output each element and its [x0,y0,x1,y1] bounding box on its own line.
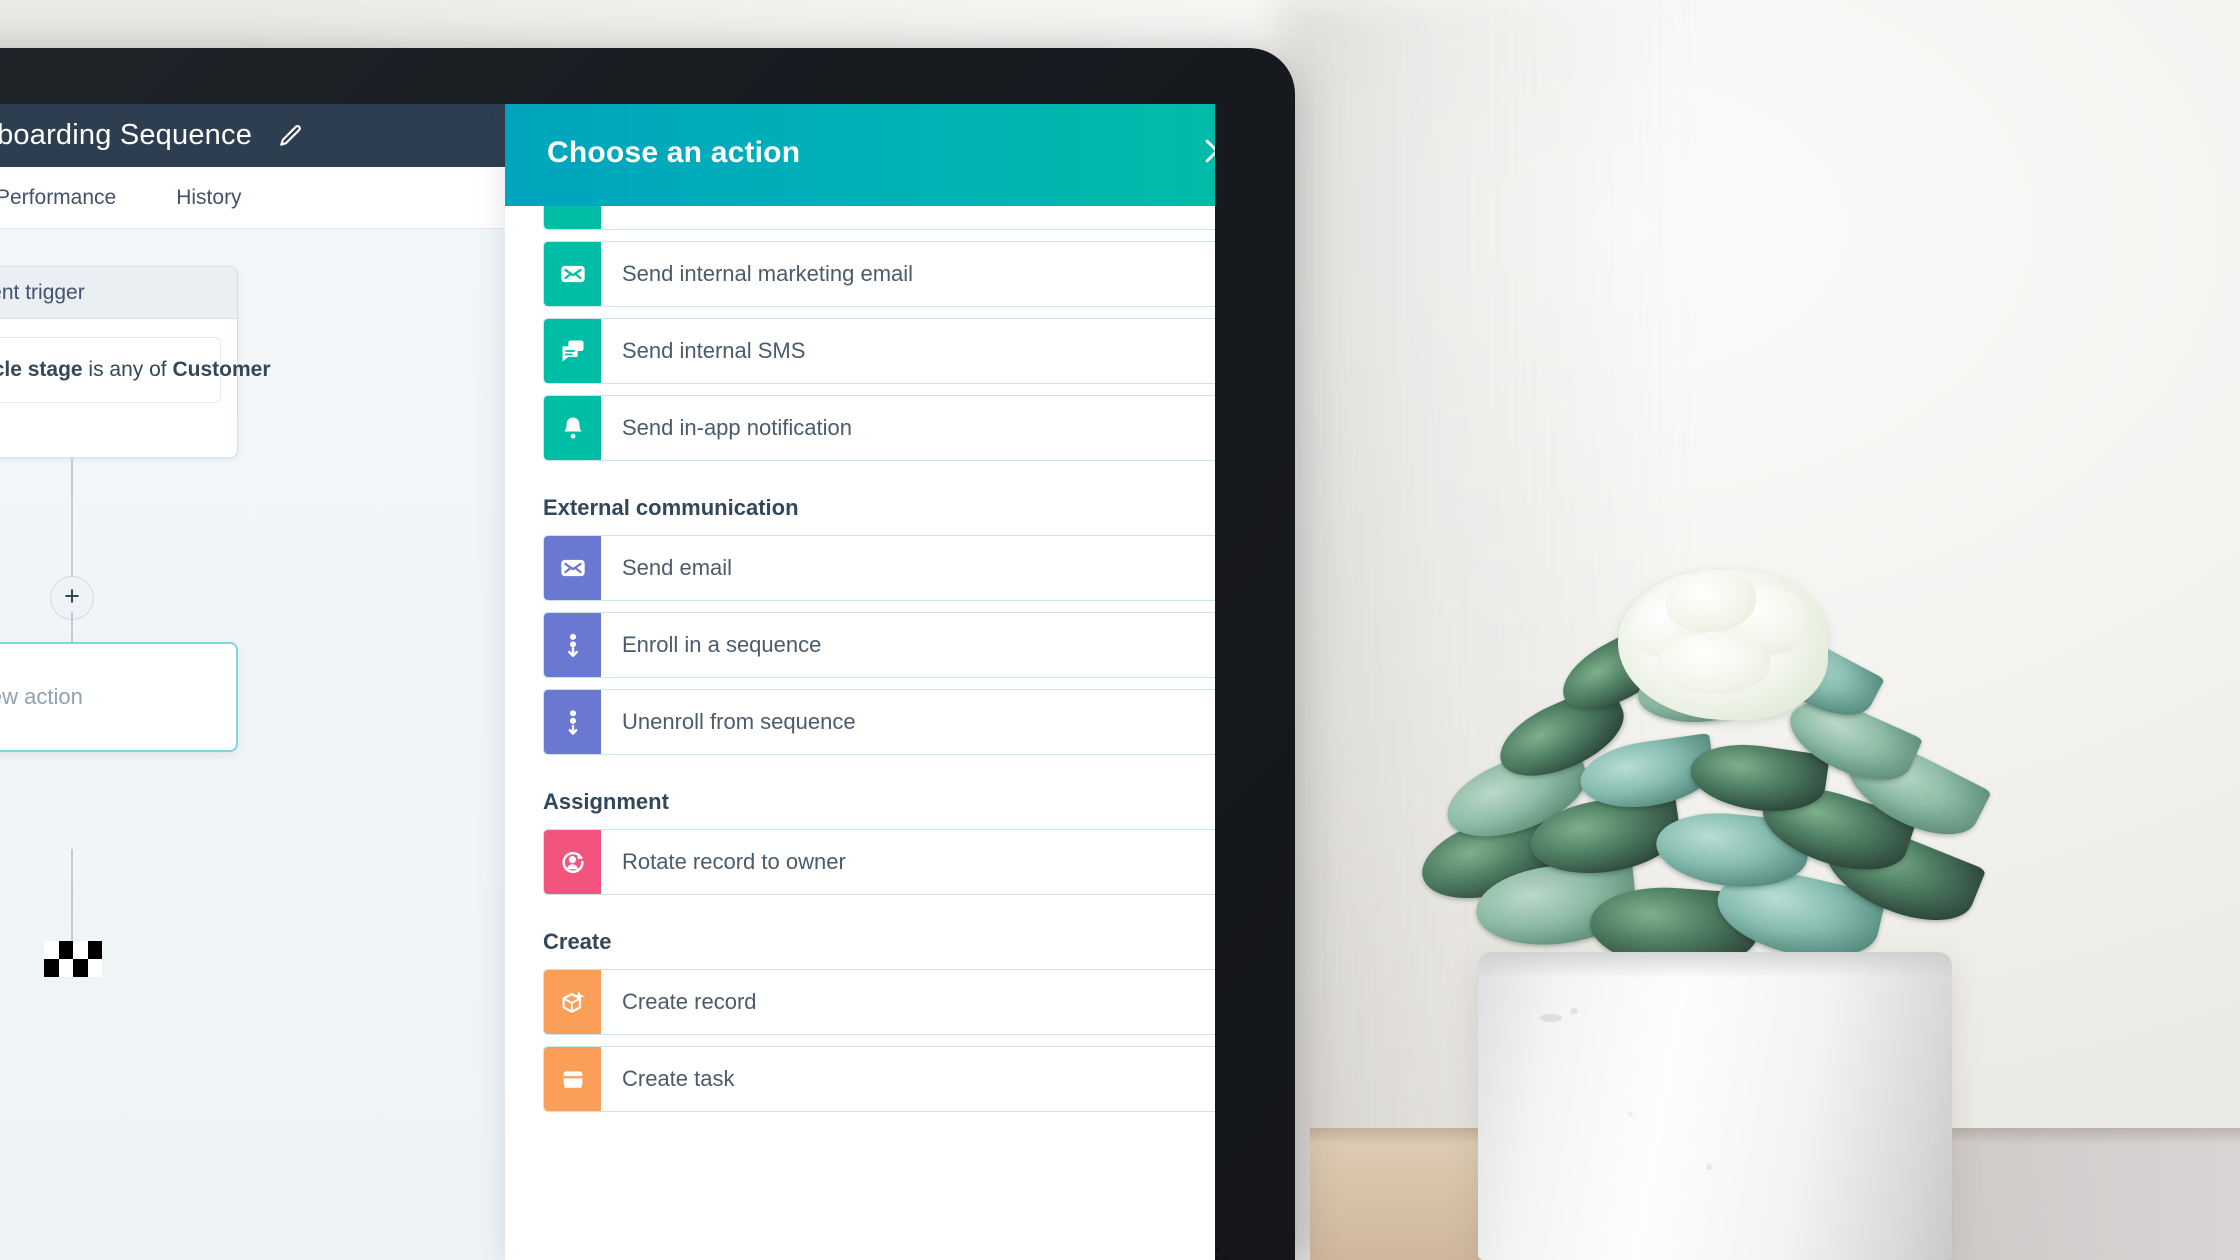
choose-action-modal: Choose an action Send internal email not… [505,104,1215,1260]
plant-pot [1478,952,1952,1260]
succulent-plant [1412,570,2010,990]
section-title-create: Create [543,929,612,954]
close-icon[interactable] [1200,134,1215,173]
white-flower [1618,570,1828,720]
action-row-unenroll-from-sequence[interactable]: Unenroll from sequence [543,689,1215,755]
action-label: Send internal SMS [622,338,806,363]
sequence-enroll-icon [544,613,601,677]
action-row-create-task[interactable]: Create task [543,1046,1215,1112]
action-row-create-record[interactable]: Create record [543,969,1215,1035]
create-task-icon [544,1047,601,1111]
rotate-owner-icon [544,830,601,894]
connector-line-bottom [71,849,73,947]
modal-action-list[interactable]: Send internal email notification Send int… [505,206,1215,1260]
checkered-flag-icon [44,941,102,977]
bell-icon [544,396,601,460]
action-row-send-internal-marketing-email[interactable]: Send internal marketing email [543,241,1215,307]
tab-history[interactable]: History [176,186,241,210]
action-label: Send email [622,555,733,580]
action-label: Create record [622,989,757,1014]
action-label: Send in-app notification [622,415,852,440]
pencil-icon[interactable] [252,123,304,149]
action-label: Enroll in a sequence [622,632,822,657]
action-row-send-internal-sms[interactable]: Send internal SMS [543,318,1215,384]
enrollment-trigger-card[interactable]: Enrollment trigger Lifecycle stage is an… [0,266,271,458]
action-label: Send internal email notification [601,206,922,229]
trigger-condition-value: Customer [172,358,271,381]
sequence-unenroll-icon [544,690,601,754]
trigger-condition: Lifecycle stage is any of Customer [0,337,271,403]
new-action-card[interactable]: New action [0,642,238,752]
trigger-condition-property: Lifecycle stage [0,358,83,381]
pot-rim [1478,952,1952,978]
marketing-email-icon [544,536,601,600]
action-row-send-internal-email-notification[interactable]: Send internal email notification [543,206,1215,230]
section-title-external-communication: External communication [543,495,799,520]
sms-bubbles-icon [544,319,601,383]
page-title: Onboarding Sequence [0,119,253,151]
action-label: Create task [622,1066,735,1091]
trigger-card-header: Enrollment trigger [0,267,237,319]
marketing-email-icon [544,242,601,306]
new-action-label: New action [0,684,83,709]
action-label: Unenroll from sequence [622,709,856,734]
action-label: Send internal marketing email [622,261,914,286]
create-record-icon [544,970,601,1034]
envelope-notification-icon [544,206,601,229]
connector-line-top [71,458,73,576]
section-title-assignment: Assignment [543,789,669,814]
action-row-send-email[interactable]: Send email [543,535,1215,601]
trigger-condition-operator: is any of [82,358,173,381]
laptop-screen: Onboarding Sequence Performance History … [0,104,1215,1260]
action-row-rotate-record-to-owner[interactable]: Rotate record to owner [543,829,1215,895]
modal-title: Choose an action [547,136,801,169]
action-row-enroll-in-a-sequence[interactable]: Enroll in a sequence [543,612,1215,678]
plus-icon [62,586,82,611]
action-label: Rotate record to owner [622,849,846,874]
modal-header: Choose an action [505,104,1215,206]
action-row-send-in-app-notification[interactable]: Send in-app notification [543,395,1215,461]
screenshot-scene: Onboarding Sequence Performance History … [0,0,2240,1260]
tab-performance[interactable]: Performance [0,186,116,210]
trigger-card-body: Lifecycle stage is any of Customer [0,319,271,421]
